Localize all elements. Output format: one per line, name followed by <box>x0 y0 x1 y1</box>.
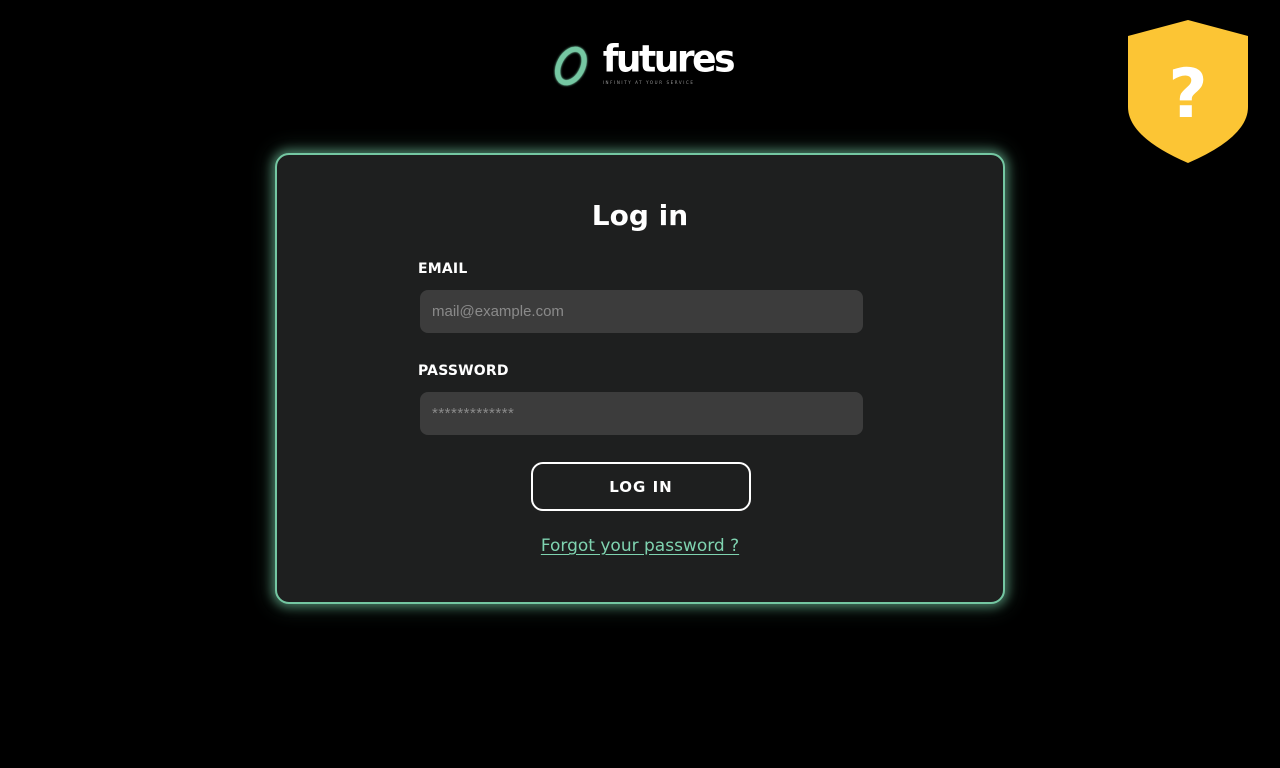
page-title: Log in <box>591 199 689 232</box>
forgot-password-link[interactable]: Forgot your password ? <box>541 536 739 556</box>
email-field[interactable] <box>420 290 863 333</box>
password-label: PASSWORD <box>418 363 509 379</box>
brand-logo[interactable]: futures INFINITY AT YOUR SERVICE <box>553 38 736 94</box>
brand-name: futures <box>602 37 736 81</box>
login-button[interactable]: LOG IN <box>531 462 751 511</box>
login-card: Log in EMAIL PASSWORD LOG IN Forgot your… <box>275 153 1005 604</box>
help-symbol: ? <box>1168 55 1207 134</box>
forgot-password-container: Forgot your password ? <box>277 536 1003 556</box>
login-page: futures INFINITY AT YOUR SERVICE ? Log i… <box>0 0 1280 768</box>
ring-logo-icon <box>554 46 587 86</box>
email-label: EMAIL <box>418 261 468 277</box>
brand-wordmark: futures INFINITY AT YOUR SERVICE <box>603 40 736 84</box>
password-field[interactable] <box>420 392 863 435</box>
shield-question-icon[interactable]: ? <box>1127 19 1249 164</box>
